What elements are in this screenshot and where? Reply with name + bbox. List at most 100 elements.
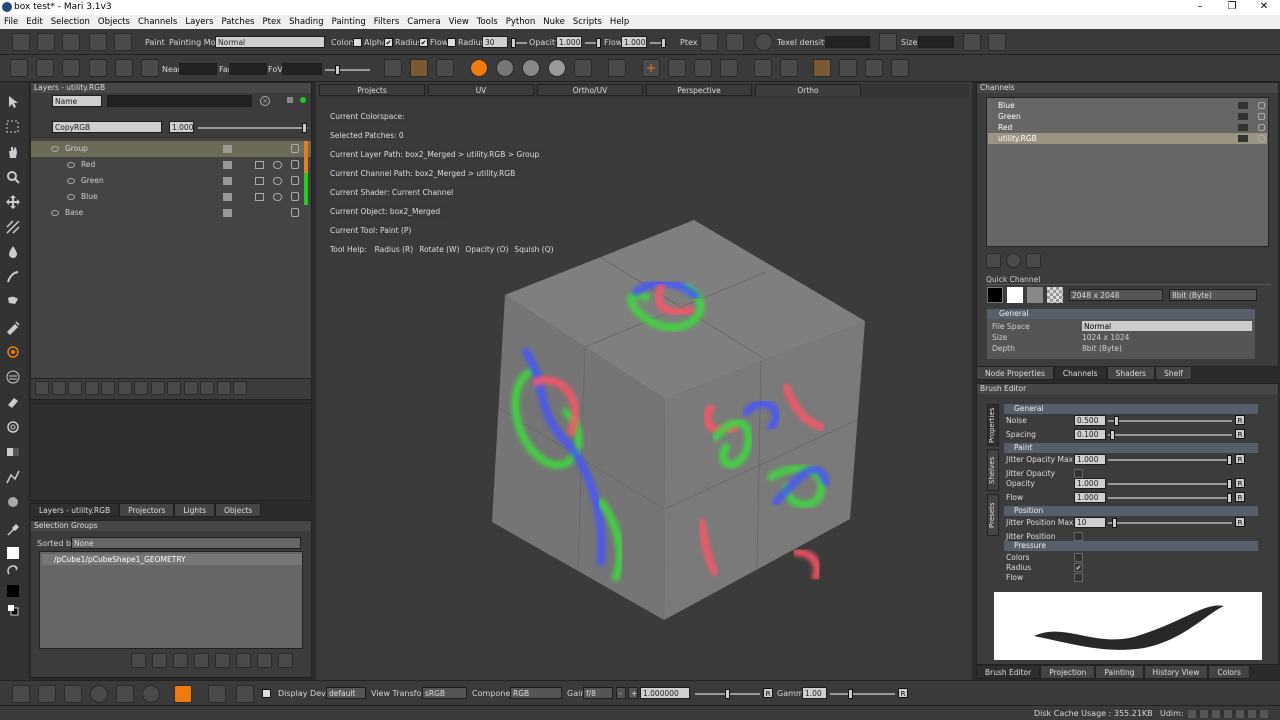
menu-edit[interactable]: Edit [22,15,46,29]
brush-section-general[interactable]: General [1004,404,1258,414]
hex-active-icon[interactable] [174,685,192,703]
add-mask-stack-icon[interactable] [117,381,132,395]
visibility-eye-icon[interactable] [51,210,59,216]
layer-row[interactable]: Group [31,141,311,157]
shading-flat-icon[interactable] [384,59,402,77]
radius-slider[interactable] [511,38,527,48]
brush-prop-input[interactable]: 1.000 [1074,492,1106,503]
layer-menu-icon[interactable] [183,381,198,395]
chain-link-icon[interactable] [273,177,282,185]
lock-icon[interactable] [1258,102,1265,109]
brush-prop-input[interactable]: 0.100 [1074,429,1106,440]
add-group-icon[interactable] [84,381,99,395]
projection-icon[interactable] [839,59,857,77]
foreground-color-swatch[interactable] [7,547,19,559]
lut-checkbox[interactable] [262,689,271,698]
brush-prop-slider[interactable] [1108,455,1232,465]
painting-mode-select[interactable]: Normal [215,36,325,48]
reset-button[interactable]: R [1235,429,1245,439]
layer-opacity-slider[interactable] [198,123,308,133]
brush-prop-checkbox[interactable] [1074,573,1083,582]
blur-icon[interactable] [5,419,21,435]
tab-colors[interactable]: Colors [1208,665,1250,679]
redo-icon[interactable] [114,33,132,51]
smudge-icon[interactable] [5,269,21,285]
clone-icon[interactable] [5,294,21,310]
brush-prop-slider[interactable] [1108,416,1232,426]
add-procedural-icon[interactable] [68,381,82,395]
brush-prop-slider-knob[interactable] [1227,455,1232,465]
chain-link-icon[interactable] [273,193,282,201]
lock-icon[interactable] [291,144,299,153]
menu-channels[interactable]: Channels [134,15,181,29]
size-icon[interactable] [879,33,897,51]
menu-filters[interactable]: Filters [370,15,403,29]
tab-objects[interactable]: Objects [214,503,262,517]
scale-icon[interactable] [780,59,798,77]
menu-help[interactable]: Help [606,15,633,29]
nav-down-icon[interactable] [64,685,82,703]
layer-row[interactable]: Green [31,173,311,189]
move-icon[interactable] [5,194,21,210]
visibility-eye-icon[interactable] [67,194,75,200]
menu-python[interactable]: Python [502,15,539,29]
nav-dashed-circle-icon[interactable] [142,685,160,703]
brush-prop-checkbox[interactable] [1074,532,1083,541]
chain-link-icon[interactable] [273,161,282,169]
merge-layers-icon[interactable] [134,381,148,395]
menu-selection[interactable]: Selection [47,15,94,29]
projection-active-icon[interactable] [813,59,831,77]
gain-reset-button[interactable]: R [763,688,773,698]
texel-density-input[interactable] [825,36,870,48]
sorted-by-select[interactable]: None [71,537,301,549]
colors-checkbox[interactable] [353,38,362,47]
brush-prop-slider-knob[interactable] [1227,479,1232,489]
sphere-tool-icon[interactable] [5,494,21,510]
sel-hide-icon[interactable] [236,653,251,668]
layer-opacity-input[interactable]: 1.000 [169,121,194,133]
general-section-header[interactable]: General [987,309,1255,319]
component-select[interactable]: RGB [510,687,562,699]
save-icon[interactable] [62,33,80,51]
size-input[interactable] [918,36,954,48]
quick-channel-resolution[interactable]: 2048 x 2048 [1069,289,1163,301]
display-device-select[interactable]: default [326,687,366,699]
layer-grid-icon[interactable] [233,381,247,395]
brush-prop-checkbox[interactable] [1074,553,1083,562]
near-input[interactable] [179,63,217,75]
quick-channel-depth[interactable]: 8bit (Byte) [1169,289,1257,301]
menu-view[interactable]: View [445,15,473,29]
menu-scripts[interactable]: Scripts [569,15,606,29]
eyedropper-icon[interactable] [5,522,21,538]
maximize-icon[interactable]: ❐ [1220,1,1244,12]
document-icon[interactable] [208,685,226,703]
tab-shelf[interactable]: Shelf [1155,366,1192,380]
lock-icon[interactable] [291,176,299,185]
projection-clear-icon[interactable] [891,59,909,77]
layer-copy-icon[interactable] [988,33,1006,51]
add-layer-icon[interactable] [35,381,49,395]
lock-icon[interactable] [291,192,299,201]
minimize-icon[interactable]: – [1188,1,1212,12]
sel-toggle-icon[interactable] [173,653,188,668]
pan-hand-icon[interactable] [5,144,21,160]
alpha-checkbox[interactable]: ✔ [384,38,393,47]
brush-section-pressure[interactable]: Pressure [1004,541,1258,551]
lock-icon[interactable] [1258,113,1265,120]
undo-icon[interactable] [89,33,107,51]
swap-colors-icon[interactable] [5,563,21,579]
transform-icon[interactable] [754,59,772,77]
brush-prop-input[interactable]: 0.500 [1074,415,1106,426]
marquee-select-icon[interactable] [5,119,21,135]
menu-objects[interactable]: Objects [94,15,134,29]
menu-tools[interactable]: Tools [473,15,502,29]
brush-prop-slider-knob[interactable] [1112,518,1117,528]
brush-prop-slider-knob[interactable] [1227,493,1232,503]
tab-brush-editor[interactable]: Brush Editor [976,665,1041,679]
paint-through-icon[interactable] [5,319,21,335]
close-icon[interactable]: ✕ [1252,1,1276,12]
new-project-icon[interactable] [12,33,30,51]
clear-search-icon[interactable]: × [260,96,270,106]
blend-mode-select[interactable]: CopyRGB [52,121,162,133]
quick-channel-grey-swatch[interactable] [1027,287,1043,303]
